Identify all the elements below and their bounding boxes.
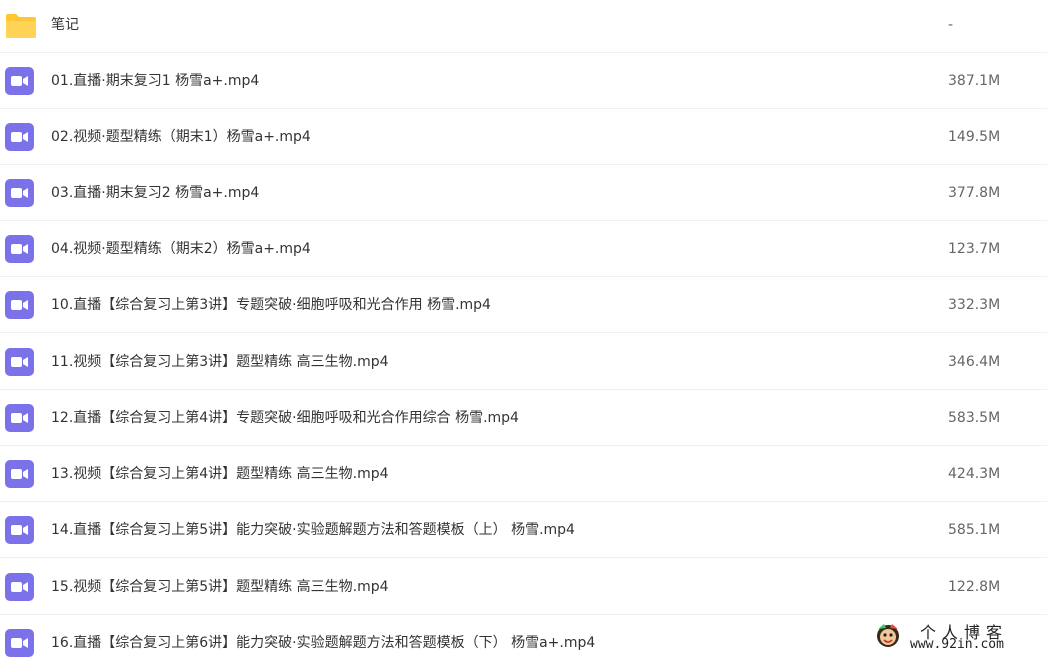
file-size: 149.5M xyxy=(948,129,1001,145)
watermark: 个人博客 www.92in.com xyxy=(872,617,1042,655)
video-file-icon xyxy=(5,516,34,544)
folder-icon xyxy=(5,11,36,39)
watermark-url: www.92in.com xyxy=(910,637,1004,652)
file-name[interactable]: 15.视频【综合复习上第5讲】题型精练 高三生物.mp4 xyxy=(51,559,389,615)
file-name[interactable]: 10.直播【综合复习上第3讲】专题突破·细胞呼吸和光合作用 杨雪.mp4 xyxy=(51,277,491,333)
file-size: 377.8M xyxy=(948,185,1001,201)
video-file-icon xyxy=(5,67,34,95)
video-file-icon xyxy=(5,460,34,488)
file-row[interactable]: 01.直播·期末复习1 杨雪a+.mp4 387.1M xyxy=(0,53,1047,109)
file-size: 332.3M xyxy=(948,297,1001,313)
file-size: 387.1M xyxy=(948,73,1001,89)
file-name[interactable]: 02.视频·题型精练（期末1）杨雪a+.mp4 xyxy=(51,109,311,165)
file-size: 585.1M xyxy=(948,522,1001,538)
file-row[interactable]: 14.直播【综合复习上第5讲】能力突破·实验题解题方法和答题模板（上） 杨雪.m… xyxy=(0,502,1047,558)
video-file-icon xyxy=(5,348,34,376)
file-row[interactable]: 02.视频·题型精练（期末1）杨雪a+.mp4 149.5M xyxy=(0,109,1047,165)
file-name[interactable]: 12.直播【综合复习上第4讲】专题突破·细胞呼吸和光合作用综合 杨雪.mp4 xyxy=(51,390,519,446)
file-size: 123.7M xyxy=(948,241,1001,257)
video-file-icon xyxy=(5,123,34,151)
file-row[interactable]: 03.直播·期末复习2 杨雪a+.mp4 377.8M xyxy=(0,165,1047,221)
file-row[interactable]: 10.直播【综合复习上第3讲】专题突破·细胞呼吸和光合作用 杨雪.mp4 332… xyxy=(0,277,1047,333)
file-row[interactable]: 12.直播【综合复习上第4讲】专题突破·细胞呼吸和光合作用综合 杨雪.mp4 5… xyxy=(0,390,1047,446)
video-file-icon xyxy=(5,573,34,601)
video-file-icon xyxy=(5,291,34,319)
video-file-icon xyxy=(5,179,34,207)
file-name[interactable]: 16.直播【综合复习上第6讲】能力突破·实验题解题方法和答题模板（下） 杨雪a+… xyxy=(51,615,595,657)
file-row[interactable]: 04.视频·题型精练（期末2）杨雪a+.mp4 123.7M xyxy=(0,221,1047,277)
file-row[interactable]: 15.视频【综合复习上第5讲】题型精练 高三生物.mp4 122.8M xyxy=(0,559,1047,615)
file-row[interactable]: 13.视频【综合复习上第4讲】题型精练 高三生物.mp4 424.3M xyxy=(0,446,1047,502)
video-file-icon xyxy=(5,235,34,263)
file-name[interactable]: 笔记 xyxy=(51,0,79,53)
video-file-icon xyxy=(5,404,34,432)
mascot-logo-icon xyxy=(874,621,902,649)
file-name[interactable]: 01.直播·期末复习1 杨雪a+.mp4 xyxy=(51,53,259,109)
file-size: 583.5M xyxy=(948,410,1001,426)
file-name[interactable]: 04.视频·题型精练（期末2）杨雪a+.mp4 xyxy=(51,221,311,277)
file-size: 346.4M xyxy=(948,354,1001,370)
video-file-icon xyxy=(5,629,34,657)
file-name[interactable]: 11.视频【综合复习上第3讲】题型精练 高三生物.mp4 xyxy=(51,334,389,390)
file-size: 424.3M xyxy=(948,466,1001,482)
file-size: 122.8M xyxy=(948,579,1001,595)
folder-row[interactable]: 笔记 - xyxy=(0,0,1047,53)
file-size: - xyxy=(948,17,954,33)
file-list: 笔记 - 01.直播·期末复习1 杨雪a+.mp4 387.1M 02.视频·题… xyxy=(0,0,1047,657)
file-name[interactable]: 14.直播【综合复习上第5讲】能力突破·实验题解题方法和答题模板（上） 杨雪.m… xyxy=(51,502,575,558)
file-name[interactable]: 13.视频【综合复习上第4讲】题型精练 高三生物.mp4 xyxy=(51,446,389,502)
file-name[interactable]: 03.直播·期末复习2 杨雪a+.mp4 xyxy=(51,165,259,221)
file-row[interactable]: 11.视频【综合复习上第3讲】题型精练 高三生物.mp4 346.4M xyxy=(0,334,1047,390)
